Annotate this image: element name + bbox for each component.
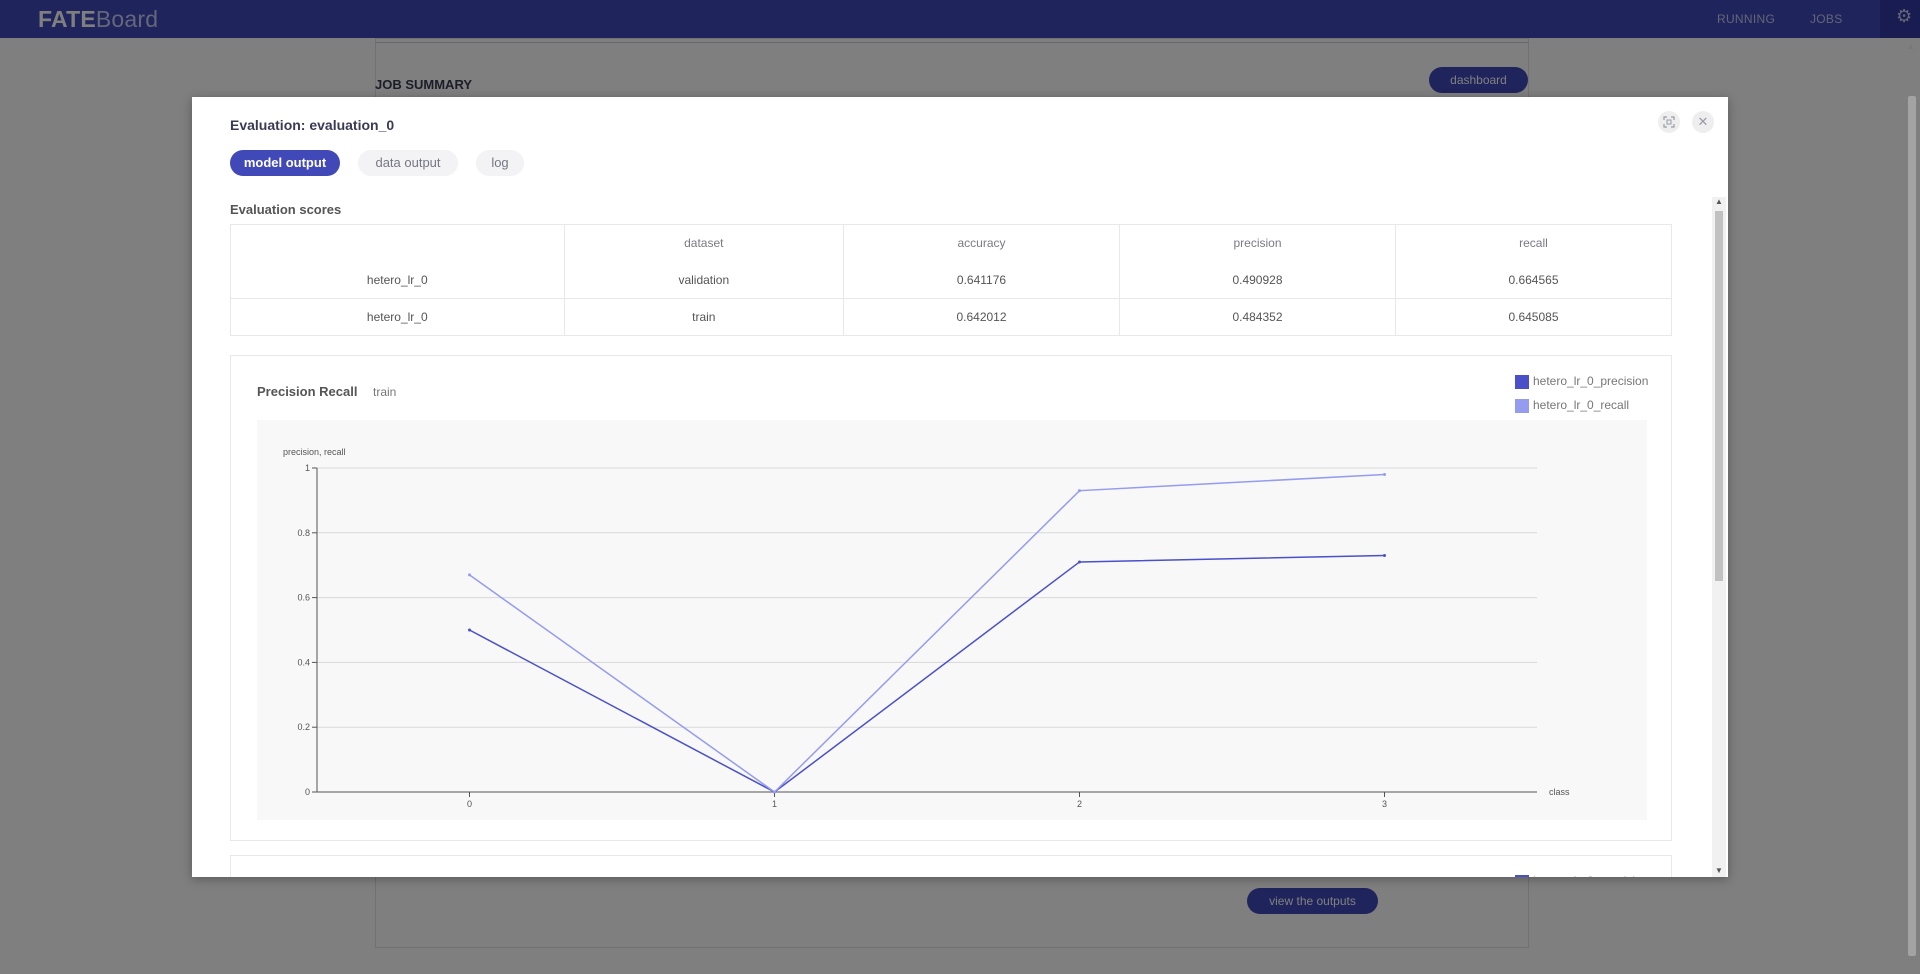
table-header-cell: accuracy (843, 224, 1120, 262)
table-cell: hetero_lr_0 (230, 298, 565, 336)
precision-recall-chart: 0 0.2 0.4 0.6 0.8 1 0 1 2 3 precision, recall class (283, 447, 1570, 809)
table-cell: 0.641176 (843, 261, 1120, 299)
table-cell: hetero_lr_0 (230, 261, 565, 299)
legend-swatch (1515, 875, 1529, 877)
table-header-cell: precision (1119, 224, 1396, 262)
data-point (468, 573, 471, 577)
page-scroll-up-arrow[interactable]: ▲ (1907, 42, 1917, 51)
table-cell: train (564, 298, 845, 336)
fullscreen-button[interactable] (1658, 111, 1680, 133)
table-cell: 0.642012 (843, 298, 1120, 336)
y-axis-label: precision, recall (283, 447, 346, 457)
legend-label: hetero_lr_0_precision (1533, 874, 1648, 877)
tab-model-output[interactable]: model output (230, 150, 340, 176)
scroll-down-arrow[interactable]: ▼ (1715, 866, 1723, 875)
precision-recall-card: Precision Recall train hetero_lr_0_preci… (230, 355, 1672, 841)
modal-scrollbar[interactable]: ▲ ▼ (1712, 197, 1726, 877)
tab-data-output[interactable]: data output (358, 150, 458, 176)
tab-log[interactable]: log (476, 150, 524, 176)
data-point (1078, 560, 1081, 564)
series-line-hetero_lr_0_recall (469, 473, 1385, 793)
legend-swatch (1515, 375, 1529, 389)
scrollbar-thumb[interactable] (1715, 211, 1723, 581)
page-scrollbar[interactable] (1908, 96, 1916, 956)
legend-swatch (1515, 399, 1529, 413)
table-header-row: dataset accuracy precision recall (230, 224, 1673, 262)
x-axis-label: class (1549, 787, 1570, 797)
scroll-up-arrow[interactable]: ▲ (1715, 197, 1723, 206)
y-tick-label: 0.2 (297, 722, 310, 732)
second-chart-card: hetero_lr_0_precision (230, 855, 1672, 877)
x-tick-label: 2 (1077, 799, 1082, 809)
x-tick-label: 0 (467, 799, 472, 809)
fullscreen-icon (1663, 116, 1675, 128)
data-point (1078, 489, 1081, 493)
table-cell: validation (564, 261, 845, 299)
table-header-cell: recall (1395, 224, 1673, 262)
close-button[interactable]: ✕ (1692, 111, 1714, 133)
table-header-cell (230, 224, 565, 262)
table-row: hetero_lr_0 train 0.642012 0.484352 0.64… (230, 298, 1673, 336)
table-row: hetero_lr_0 validation 0.641176 0.490928… (230, 261, 1673, 299)
data-point (773, 790, 776, 794)
legend-label: hetero_lr_0_recall (1533, 398, 1630, 412)
y-tick-label: 0.6 (297, 593, 310, 603)
y-tick-label: 0.4 (297, 657, 310, 667)
y-tick-label: 0 (305, 787, 310, 797)
y-tick-label: 1 (305, 463, 310, 473)
modal-content: Evaluation scores dataset accuracy preci… (230, 197, 1698, 877)
table-cell: 0.664565 (1395, 261, 1673, 299)
evaluation-scores-title: Evaluation scores (230, 202, 342, 217)
x-tick-label: 1 (772, 799, 777, 809)
table-cell: 0.490928 (1119, 261, 1396, 299)
evaluation-modal: Evaluation: evaluation_0 ✕ model output … (192, 97, 1728, 877)
data-point (468, 628, 471, 632)
table-cell: 0.645085 (1395, 298, 1673, 336)
data-point (1383, 472, 1386, 476)
x-tick-label: 3 (1382, 799, 1387, 809)
modal-title: Evaluation: evaluation_0 (230, 117, 395, 133)
legend-label: hetero_lr_0_precision (1533, 374, 1649, 388)
series-line-hetero_lr_0_precision (469, 554, 1385, 793)
y-tick-label: 0.8 (297, 528, 310, 538)
chart-subtitle: train (373, 385, 397, 399)
data-point (1383, 553, 1386, 557)
table-cell: 0.484352 (1119, 298, 1396, 336)
evaluation-scores-table: dataset accuracy precision recall hetero… (230, 224, 1673, 336)
table-header-cell: dataset (564, 224, 845, 262)
close-icon: ✕ (1697, 114, 1709, 129)
chart-title: Precision Recall (257, 384, 358, 399)
